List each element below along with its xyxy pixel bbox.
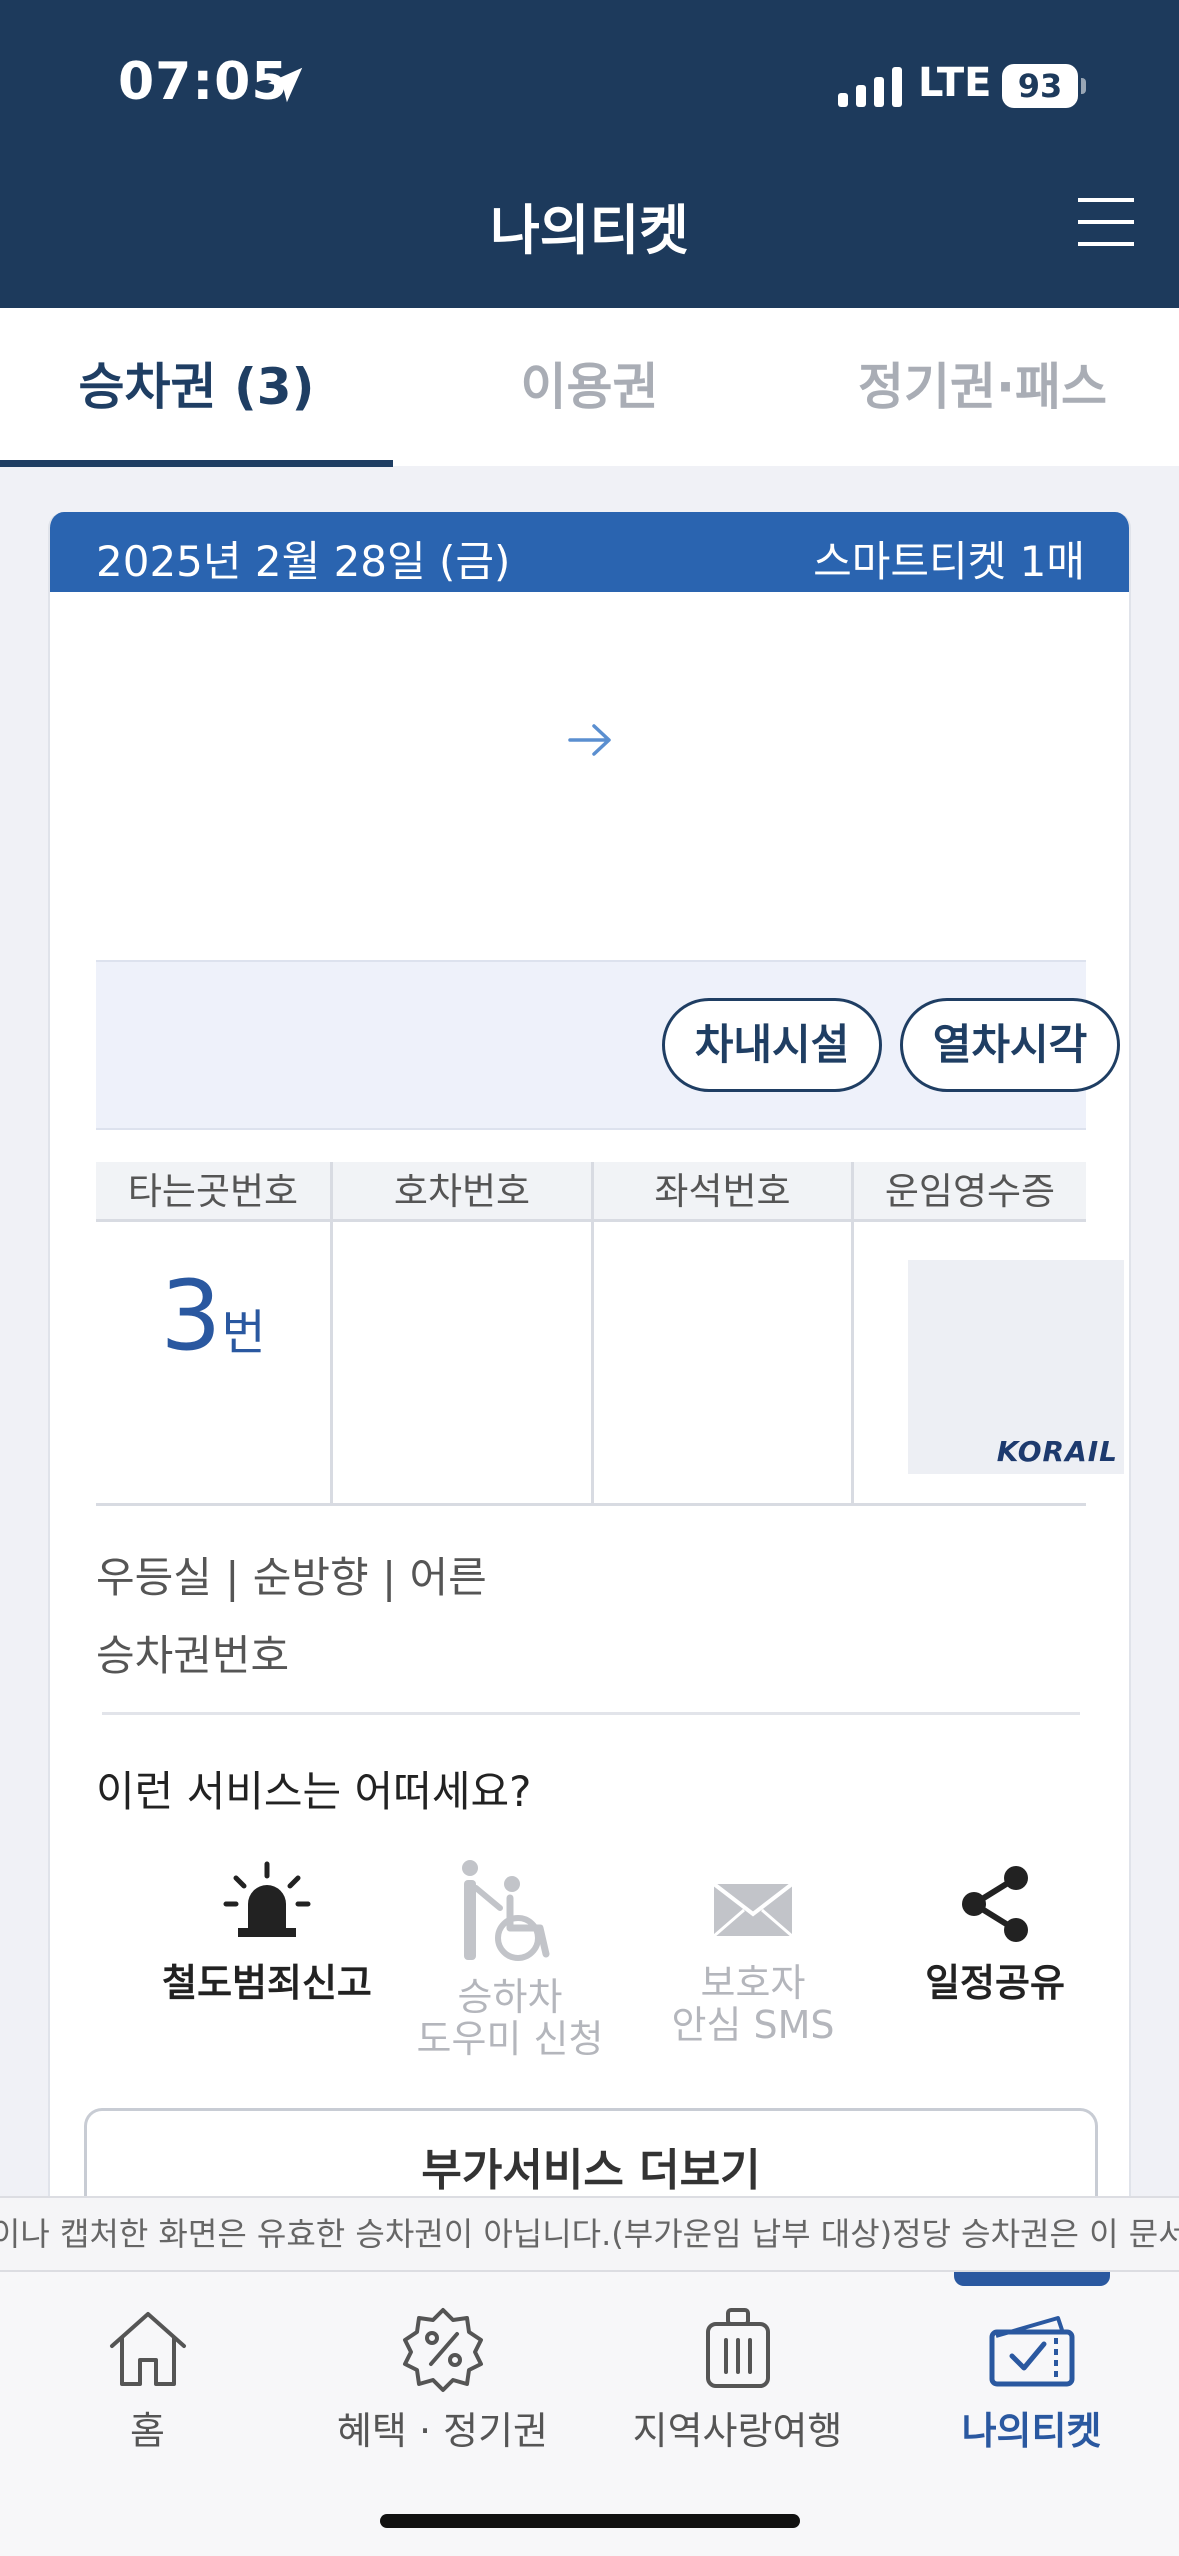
platform-number-unit: 번 — [221, 1305, 266, 1361]
ticket-card: 2025년 2월 28일 (금) 스마트티켓 1매 차내시설 열차시각 타는곳번… — [48, 512, 1131, 2232]
header-platform: 타는곳번호 — [96, 1162, 330, 1222]
siren-icon — [223, 1861, 311, 1937]
travel-date: 2025년 2월 28일 (금) — [96, 537, 511, 586]
wheelchair-icon — [462, 1860, 550, 1961]
battery-icon: 93 — [1002, 64, 1078, 108]
ticket-tabs: 승차권 (3) 이용권 정기권·패스 — [0, 308, 1179, 467]
ticket-number-label: 승차권번호 — [96, 1631, 290, 1680]
nav-label: 홈 — [130, 2409, 165, 2453]
page-title: 나의티켓 — [490, 199, 689, 262]
nav-benefits[interactable]: 혜택 · 정기권 — [295, 2302, 590, 2455]
network-type: LTE — [918, 60, 992, 106]
ticket-check-icon — [989, 2316, 1074, 2387]
service-share-schedule[interactable]: 일정공유 — [870, 1858, 1120, 2004]
service-guardian-sms[interactable]: 보호자 안심 SMS — [628, 1858, 878, 2046]
service-boarding-helper[interactable]: 승하차 도우미 신청 — [385, 1858, 635, 2060]
service-label: 승하차 도우미 신청 — [385, 1976, 635, 2060]
ticket-actions: 차내시설 열차시각 — [96, 960, 1120, 1130]
service-crime-report[interactable]: 철도범죄신고 — [142, 1858, 392, 2004]
header-car: 호차번호 — [333, 1162, 591, 1222]
notice-text: l이나 캡처한 화면은 유효한 승차권이 아닙니다.(부가운임 납부 대상)정당… — [0, 2215, 1179, 2253]
nav-label: 지역사랑여행 — [632, 2409, 843, 2453]
nav-label: 나의티켓 — [961, 2409, 1102, 2453]
section-divider — [102, 1712, 1080, 1715]
home-icon — [109, 2312, 186, 2386]
top-bar: 07:05 LTE 93 나의티켓 — [0, 0, 1179, 308]
service-label: 철도범죄신고 — [162, 1961, 372, 2005]
ticket-info-table: 타는곳번호 호차번호 좌석번호 운임영수증 3번 KORAIL — [96, 1162, 1124, 1506]
header-receipt: 운임영수증 — [854, 1162, 1086, 1222]
seat-class-info: 우등실 | 순방향 | 어른 — [96, 1553, 487, 1602]
column-divider — [330, 1162, 333, 1503]
service-label-line: 승하차 — [457, 1975, 563, 2019]
service-label-line: 안심 SMS — [671, 2003, 835, 2047]
train-timetable-button[interactable]: 열차시각 — [900, 998, 1120, 1092]
nav-label: 혜택 · 정기권 — [336, 2409, 549, 2453]
ticket-count: 스마트티켓 1매 — [813, 537, 1085, 586]
service-label-line: 도우미 신청 — [416, 2017, 604, 2061]
column-divider — [591, 1162, 594, 1503]
ticket-card-header: 2025년 2월 28일 (금) 스마트티켓 1매 — [50, 512, 1129, 592]
nav-my-ticket[interactable]: 나의티켓 — [884, 2302, 1179, 2455]
tab-passes[interactable]: 이용권 — [393, 308, 786, 466]
active-tab-indicator — [0, 460, 393, 467]
hamburger-menu-icon[interactable] — [1078, 196, 1134, 248]
korail-logo: KORAIL — [996, 1435, 1118, 1468]
platform-number: 3번 — [96, 1260, 330, 1372]
services-title: 이런 서비스는 어떠세요? — [96, 1767, 532, 1816]
tab-season-pass[interactable]: 정기권·패스 — [786, 308, 1179, 466]
column-divider — [851, 1162, 854, 1503]
header-seat: 좌석번호 — [594, 1162, 851, 1222]
luggage-icon — [705, 2308, 770, 2388]
share-icon — [962, 1866, 1028, 1942]
nav-home[interactable]: 홈 — [0, 2302, 295, 2455]
platform-number-value: 3 — [160, 1260, 222, 1372]
envelope-icon — [712, 1882, 794, 1938]
tab-tickets[interactable]: 승차권 (3) — [0, 308, 393, 466]
nav-local-travel[interactable]: 지역사랑여행 — [590, 2302, 885, 2455]
active-nav-indicator — [954, 2272, 1110, 2286]
signal-icon — [838, 67, 902, 107]
battery-nub — [1081, 78, 1086, 94]
service-label: 일정공유 — [925, 1961, 1065, 2005]
service-label: 보호자 안심 SMS — [628, 1962, 878, 2046]
service-label-line: 보호자 — [700, 1961, 806, 2005]
discount-badge-icon — [402, 2308, 483, 2392]
capture-warning-notice: l이나 캡처한 화면은 유효한 승차권이 아닙니다.(부가운임 납부 대상)정당… — [0, 2196, 1179, 2272]
location-arrow-icon — [267, 67, 303, 103]
home-indicator — [380, 2514, 800, 2528]
facilities-button[interactable]: 차내시설 — [662, 998, 882, 1092]
route-arrow-icon — [568, 724, 611, 756]
fare-receipt-thumbnail[interactable]: KORAIL — [908, 1260, 1124, 1474]
